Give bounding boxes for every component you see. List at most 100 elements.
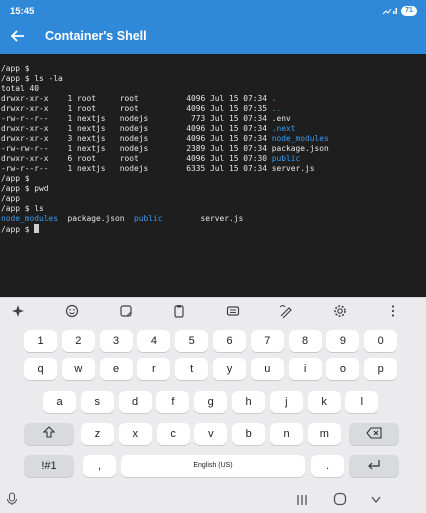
- terminal-line: drwxr-xr-x 1 root root 4096 Jul 15 07:34…: [1, 94, 277, 103]
- key-q[interactable]: q: [24, 358, 57, 380]
- key-0[interactable]: 0: [364, 330, 398, 352]
- status-time: 15:45: [10, 6, 35, 17]
- key-2[interactable]: 2: [61, 330, 95, 352]
- terminal-segment: /app: [1, 194, 21, 203]
- terminal-segment: drwxr-xr-x 1 root root 4096 Jul 15 07:34: [1, 94, 272, 103]
- period-key[interactable]: .: [311, 455, 344, 477]
- terminal-segment: drwxr-xr-x 1 nextjs nodejs 4096 Jul 15 0…: [1, 124, 272, 133]
- terminal-cursor: [34, 224, 40, 233]
- key-z[interactable]: z: [81, 423, 114, 445]
- key-x[interactable]: x: [118, 423, 152, 445]
- terminal-line: node_modules package.json public server.…: [1, 214, 243, 223]
- key-1[interactable]: 1: [24, 330, 57, 352]
- sticker-icon[interactable]: [118, 303, 134, 319]
- handwriting-icon[interactable]: [278, 303, 294, 319]
- back-icon[interactable]: [370, 493, 382, 511]
- symbols-key[interactable]: !#1: [24, 455, 74, 477]
- keyboard-resize-icon[interactable]: [225, 303, 241, 319]
- key-d[interactable]: d: [118, 391, 152, 413]
- terminal-line: /app $ ls -la: [1, 74, 63, 83]
- key-o[interactable]: o: [326, 358, 360, 380]
- terminal-line: /app $ ls: [1, 204, 44, 213]
- page-title: Container's Shell: [45, 29, 147, 43]
- home-icon[interactable]: [333, 492, 347, 511]
- key-g[interactable]: g: [194, 391, 228, 413]
- terminal-line: /app: [1, 194, 20, 203]
- key-9[interactable]: 9: [326, 330, 360, 352]
- navigation-bar: [0, 486, 426, 512]
- key-b[interactable]: b: [232, 423, 266, 445]
- shift-key[interactable]: [24, 423, 74, 445]
- emoji-icon[interactable]: [64, 303, 80, 319]
- key-t[interactable]: t: [175, 358, 209, 380]
- terminal-segment: /app $: [1, 174, 30, 183]
- comma-key[interactable]: ,: [83, 455, 116, 477]
- directory-name: ..: [271, 104, 282, 113]
- key-n[interactable]: n: [270, 423, 303, 445]
- terminal-line: drwxr-xr-x 1 nextjs nodejs 4096 Jul 15 0…: [1, 124, 296, 133]
- key-r[interactable]: r: [137, 358, 171, 380]
- directory-name: public: [134, 214, 163, 223]
- key-s[interactable]: s: [80, 391, 114, 413]
- terminal-segment: total 40: [1, 84, 40, 93]
- key-j[interactable]: j: [269, 391, 303, 413]
- terminal-line: /app $: [1, 224, 40, 234]
- keyboard-hide-icon[interactable]: [6, 492, 18, 511]
- status-bar: 15:45 71: [0, 0, 426, 20]
- more-icon[interactable]: [385, 303, 401, 319]
- key-i[interactable]: i: [288, 358, 322, 380]
- terminal-line: drwxr-xr-x 6 root root 4096 Jul 15 07:30…: [1, 154, 300, 163]
- terminal-segment: drwxr-xr-x 6 root root 4096 Jul 15 07:30: [1, 154, 272, 163]
- directory-name: .next: [271, 124, 296, 133]
- back-arrow-icon[interactable]: [10, 28, 26, 44]
- signal-icon: [382, 6, 398, 17]
- key-6[interactable]: 6: [213, 330, 246, 352]
- directory-name: public: [271, 154, 301, 163]
- key-7[interactable]: 7: [250, 330, 284, 352]
- recents-icon[interactable]: [296, 493, 308, 511]
- terminal-output[interactable]: /app $ /app $ ls -la total 40 drwxr-xr-x…: [0, 54, 426, 297]
- key-p[interactable]: p: [364, 358, 398, 380]
- terminal-segment: -rw-r--r-- 1 nextjs nodejs 6335 Jul 15 0…: [1, 164, 315, 173]
- key-f[interactable]: f: [156, 391, 190, 413]
- key-v[interactable]: v: [194, 423, 228, 445]
- key-5[interactable]: 5: [175, 330, 209, 352]
- battery-icon: 71: [401, 6, 417, 16]
- key-e[interactable]: e: [99, 358, 133, 380]
- directory-name: node_modules: [1, 214, 59, 223]
- key-4[interactable]: 4: [137, 330, 171, 352]
- terminal-segment: /app $: [1, 225, 35, 234]
- key-k[interactable]: k: [307, 391, 341, 413]
- space-bar[interactable]: English (US): [121, 455, 305, 477]
- terminal-segment: -rw-rw-r-- 1 nextjs nodejs 2389 Jul 15 0…: [1, 144, 329, 153]
- key-m[interactable]: m: [307, 423, 341, 445]
- key-a[interactable]: a: [43, 391, 76, 413]
- key-w[interactable]: w: [61, 358, 95, 380]
- terminal-text: /app $ /app $ ls -la total 40 drwxr-xr-x…: [1, 64, 329, 235]
- key-y[interactable]: y: [213, 358, 246, 380]
- key-8[interactable]: 8: [288, 330, 322, 352]
- terminal-line: drwxr-xr-x 3 nextjs nodejs 4096 Jul 15 0…: [1, 134, 329, 143]
- terminal-line: /app $ pwd: [1, 184, 49, 193]
- backspace-key[interactable]: [349, 423, 399, 445]
- terminal-segment: /app $: [1, 64, 30, 73]
- directory-name: .: [271, 94, 277, 103]
- terminal-segment: drwxr-xr-x 1 root root 4096 Jul 15 07:35: [1, 104, 272, 113]
- on-screen-keyboard: 1 2 3 4 5 6 7 8 9 0 q w e r t y u i o p a s d f g h j k l z x c v b n m !#1,…: [0, 297, 426, 513]
- directory-name: node_modules: [271, 134, 329, 143]
- enter-key[interactable]: [349, 455, 399, 477]
- sparkle-icon[interactable]: [10, 303, 26, 319]
- terminal-line: total 40: [1, 84, 39, 93]
- terminal-line: -rw-r--r-- 1 nextjs nodejs 6335 Jul 15 0…: [1, 164, 315, 173]
- key-c[interactable]: c: [156, 423, 190, 445]
- key-l[interactable]: l: [345, 391, 379, 413]
- clipboard-icon[interactable]: [171, 303, 187, 319]
- terminal-segment: /app $ pwd: [1, 184, 49, 193]
- key-3[interactable]: 3: [99, 330, 133, 352]
- terminal-segment: package.json: [58, 214, 135, 223]
- key-u[interactable]: u: [250, 358, 284, 380]
- key-h[interactable]: h: [232, 391, 265, 413]
- settings-icon[interactable]: [332, 303, 348, 319]
- terminal-segment: -rw-r--r-- 1 nextjs nodejs 773 Jul 15 07…: [1, 114, 291, 123]
- terminal-line: drwxr-xr-x 1 root root 4096 Jul 15 07:35…: [1, 104, 281, 113]
